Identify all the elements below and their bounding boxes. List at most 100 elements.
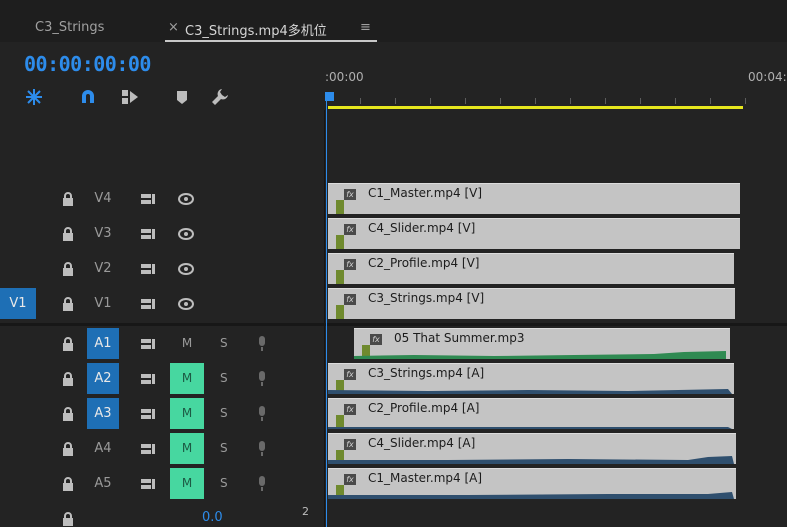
mute-button-a1[interactable]: M [170,328,204,359]
fx-badge-icon[interactable]: fx [344,369,356,380]
playhead-line[interactable] [326,100,327,527]
fx-badge-icon[interactable]: fx [344,189,356,200]
toggle-output-eye-icon[interactable] [178,297,194,311]
solo-button-a3[interactable]: S [220,398,234,429]
solo-button-a1[interactable]: S [220,328,234,359]
fx-badge-icon[interactable]: fx [344,259,356,270]
lock-icon[interactable] [62,512,74,526]
lock-icon[interactable] [62,407,74,421]
mute-button-a5[interactable]: M [170,468,204,499]
lock-icon[interactable] [62,297,74,311]
lock-icon[interactable] [62,442,74,456]
microphone-icon[interactable] [257,476,267,492]
microphone-icon[interactable] [257,406,267,422]
master-volume-value[interactable]: 0.0 [202,510,223,525]
clip-a3[interactable]: fx C2_Profile.mp4 [A] [328,398,734,429]
clip-v3[interactable]: fx C4_Slider.mp4 [V] [328,218,740,249]
mute-button-a4[interactable]: M [170,433,204,464]
lock-icon[interactable] [62,227,74,241]
sync-lock-icon[interactable] [140,262,156,276]
lock-icon[interactable] [62,477,74,491]
track-name-a5[interactable]: A5 [87,468,119,499]
audio-waveform [328,492,734,499]
track-name-v3[interactable]: V3 [87,218,119,249]
sync-lock-icon[interactable] [140,227,156,241]
fx-badge-icon[interactable]: fx [344,294,356,305]
clip-v4[interactable]: fx C1_Master.mp4 [V] [328,183,740,214]
clip-a5[interactable]: fx C1_Master.mp4 [A] [328,468,736,499]
clip-a1[interactable]: fx 05 That Summer.mp3 [354,328,730,359]
track-header-v2: V2 [0,253,325,286]
track-header-a4: A4 M S [0,433,325,466]
sync-lock-icon[interactable] [140,297,156,311]
track-header-v3: V3 [0,218,325,251]
clip-name: C3_Strings.mp4 [V] [368,291,485,305]
toggle-output-eye-icon[interactable] [178,192,194,206]
clip-a2[interactable]: fx C3_Strings.mp4 [A] [328,363,734,394]
audio-waveform [354,351,726,359]
track-name-v4[interactable]: V4 [87,183,119,214]
solo-button-a5[interactable]: S [220,468,234,499]
lock-icon[interactable] [62,192,74,206]
work-area-bar[interactable] [328,106,743,109]
clip-name: C2_Profile.mp4 [V] [368,256,480,270]
sync-lock-icon[interactable] [140,337,156,351]
clip-name: C1_Master.mp4 [A] [368,471,483,485]
lock-icon[interactable] [62,337,74,351]
sync-lock-icon[interactable] [140,192,156,206]
clip-marker [336,235,344,249]
snap-icon[interactable] [24,87,44,107]
ruler-start-label: :00:00 [325,70,364,84]
track-header-a1: A1 M S [0,328,325,361]
ruler-end-label: 00:04: [748,70,787,84]
microphone-icon[interactable] [257,441,267,457]
video-audio-divider[interactable] [0,323,787,326]
solo-button-a2[interactable]: S [220,363,234,394]
fx-badge-icon[interactable]: fx [344,439,356,450]
microphone-icon[interactable] [257,336,267,352]
sync-lock-icon[interactable] [140,442,156,456]
track-header-master [0,503,325,527]
track-name-v1[interactable]: V1 [87,288,119,319]
wrench-settings-icon[interactable] [210,87,230,107]
tab-multicam-sequence[interactable]: C3_Strings.mp4多机位 [185,20,327,39]
add-marker-icon[interactable] [172,87,192,107]
mute-button-a2[interactable]: M [170,363,204,394]
audio-waveform [328,427,732,429]
sync-lock-icon[interactable] [140,372,156,386]
lock-icon[interactable] [62,262,74,276]
toggle-output-eye-icon[interactable] [178,262,194,276]
tab-c3-strings[interactable]: C3_Strings [35,20,104,35]
track-name-a1[interactable]: A1 [87,328,119,359]
solo-button-a4[interactable]: S [220,433,234,464]
fx-badge-icon[interactable]: fx [344,474,356,485]
lock-icon[interactable] [62,372,74,386]
master-meter-indicator[interactable]: 2 [302,505,309,518]
mute-button-a3[interactable]: M [170,398,204,429]
track-name-a3[interactable]: A3 [87,398,119,429]
track-name-a4[interactable]: A4 [87,433,119,464]
panel-menu-icon[interactable]: ≡ [360,20,371,35]
clip-name: C3_Strings.mp4 [A] [368,366,485,380]
clip-v2[interactable]: fx C2_Profile.mp4 [V] [328,253,734,284]
clip-a4[interactable]: fx C4_Slider.mp4 [A] [328,433,736,464]
track-name-a2[interactable]: A2 [87,363,119,394]
audio-waveform [328,456,734,464]
fx-badge-icon[interactable]: fx [344,404,356,415]
clip-v1[interactable]: fx C3_Strings.mp4 [V] [328,288,735,319]
fx-badge-icon[interactable]: fx [344,224,356,235]
toggle-output-eye-icon[interactable] [178,227,194,241]
fx-badge-icon[interactable]: fx [370,334,382,345]
clip-name: C1_Master.mp4 [V] [368,186,483,200]
insert-sequence-icon[interactable] [120,87,140,107]
track-name-v2[interactable]: V2 [87,253,119,284]
close-tab-icon[interactable]: × [168,20,179,35]
sync-lock-icon[interactable] [140,407,156,421]
time-ruler[interactable]: :00:00 00:04: [325,42,787,110]
sync-lock-icon[interactable] [140,477,156,491]
source-patch-v1[interactable]: V1 [0,288,36,319]
playhead-timecode[interactable]: 00:00:00:00 [24,52,151,76]
microphone-icon[interactable] [257,371,267,387]
clip-name: 05 That Summer.mp3 [394,331,525,345]
linked-selection-icon[interactable] [78,87,98,107]
